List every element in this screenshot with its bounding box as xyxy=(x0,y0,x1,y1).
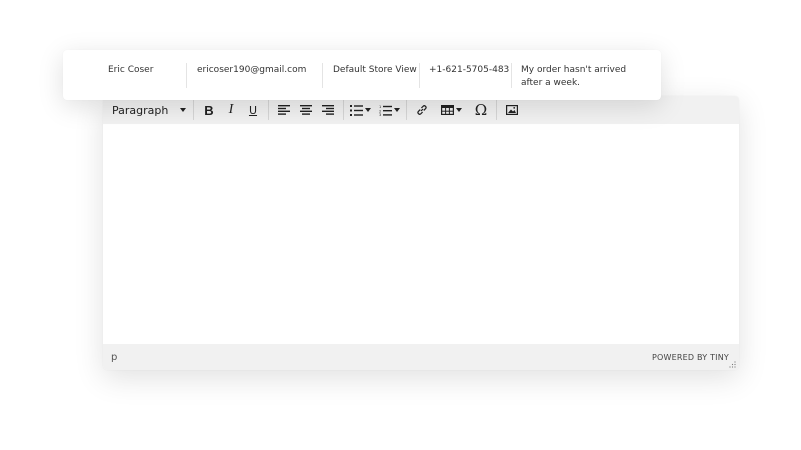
toolbar-separator xyxy=(193,100,194,120)
table-icon xyxy=(441,105,454,115)
toolbar-separator xyxy=(406,100,407,120)
message-line: after a week. xyxy=(521,78,581,88)
italic-button[interactable]: I xyxy=(220,99,242,121)
store-view: Default Store View xyxy=(333,65,417,75)
column-divider xyxy=(511,63,512,88)
customer-name: Eric Coser xyxy=(108,65,154,75)
bold-button[interactable]: B xyxy=(198,99,220,121)
bold-icon: B xyxy=(204,102,214,118)
align-center-icon xyxy=(300,105,312,115)
column-divider xyxy=(186,63,187,88)
column-divider xyxy=(419,63,420,88)
italic-icon: I xyxy=(228,102,234,117)
image-icon xyxy=(506,105,518,115)
chevron-down-icon xyxy=(180,108,186,112)
powered-by-link[interactable]: POWERED BY TINY xyxy=(652,353,729,362)
chevron-down-icon xyxy=(394,108,400,112)
special-character-button[interactable]: Ω xyxy=(470,99,492,121)
editor-content-area[interactable] xyxy=(103,124,739,344)
rich-text-editor: Paragraph B I U 1 2 3 Ω p POWERED BY TIN… xyxy=(103,96,739,370)
insert-link-button[interactable] xyxy=(411,99,433,121)
align-right-icon xyxy=(322,105,334,115)
align-center-button[interactable] xyxy=(295,99,317,121)
insert-table-button[interactable] xyxy=(439,99,464,121)
link-icon xyxy=(417,105,427,115)
element-path[interactable]: p xyxy=(111,352,117,363)
bullet-list-icon xyxy=(350,104,363,116)
numbered-list-icon: 1 2 3 xyxy=(379,105,392,116)
insert-image-button[interactable] xyxy=(501,99,523,121)
numbered-list-button[interactable]: 1 2 3 xyxy=(377,99,402,121)
editor-statusbar: p POWERED BY TINY xyxy=(103,344,739,370)
chevron-down-icon xyxy=(365,108,371,112)
align-left-button[interactable] xyxy=(273,99,295,121)
align-left-icon xyxy=(278,105,290,115)
toolbar-separator xyxy=(496,100,497,120)
special-character-icon: Ω xyxy=(474,101,488,119)
customer-phone: +1-621-5705-483 xyxy=(429,65,510,75)
column-divider xyxy=(322,63,323,88)
underline-icon: U xyxy=(248,103,258,117)
toolbar-separator xyxy=(343,100,344,120)
block-format-label: Paragraph xyxy=(112,103,169,117)
message-line: My order hasn't arrived xyxy=(521,65,627,75)
resize-handle-icon[interactable] xyxy=(729,361,736,368)
bullet-list-button[interactable] xyxy=(348,99,373,121)
chevron-down-icon xyxy=(456,108,462,112)
order-row-card: Eric Coser ericoser190@gmail.com Default… xyxy=(63,50,661,100)
editor-toolbar: Paragraph B I U 1 2 3 Ω xyxy=(103,96,739,124)
align-right-button[interactable] xyxy=(317,99,339,121)
customer-message: My order hasn't arrived after a week. xyxy=(521,64,626,90)
customer-email: ericoser190@gmail.com xyxy=(197,65,307,75)
svg-text:3: 3 xyxy=(379,113,381,116)
underline-button[interactable]: U xyxy=(242,99,264,121)
toolbar-separator xyxy=(268,100,269,120)
block-format-select[interactable]: Paragraph xyxy=(109,99,189,121)
